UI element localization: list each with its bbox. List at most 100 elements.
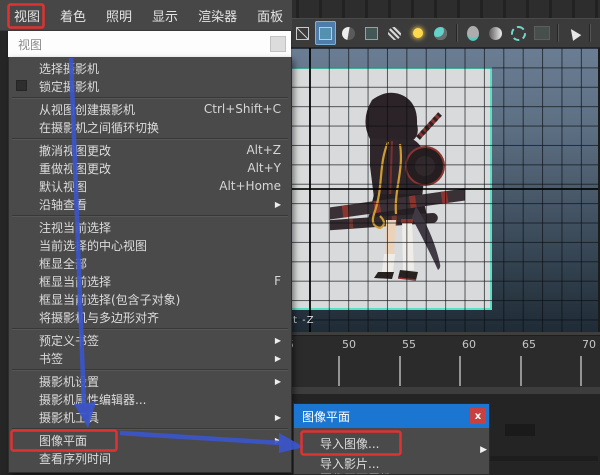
motion-blur-icon[interactable] [485, 21, 506, 45]
frame-tick [580, 356, 582, 386]
isolate-select-icon[interactable] [595, 21, 600, 45]
tearoff-title: 视图 [8, 36, 42, 53]
frame-tick [459, 356, 461, 386]
menu-item[interactable]: 书签▶ [9, 349, 291, 367]
separator-icon [554, 21, 561, 45]
menu-item-label: 默认视图 [39, 178, 87, 195]
view-menu-dropdown: 选择摄影机锁定摄影机从视图创建摄影机 Ctrl+Shift+C 在摄影机之间循环切换… [8, 57, 292, 473]
submenu-header[interactable]: 图像平面 x [294, 404, 489, 428]
submenu-arrow-icon: ▶ [275, 377, 281, 386]
menu-item[interactable]: 从视图创建摄影机 Ctrl+Shift+C [9, 100, 291, 118]
frame-tick [520, 356, 522, 386]
menu-item[interactable]: 摄影机设置▶ [9, 372, 291, 390]
menu-tearoff-bar: 视图 [8, 31, 291, 57]
menu-item-label: 框显全部 [39, 255, 87, 272]
background-strip [490, 456, 598, 461]
menu-item[interactable]: 摄影机属性编辑器... [9, 390, 291, 408]
menu-item[interactable]: 框显当前选择 F [9, 272, 291, 290]
menu-item[interactable]: 预定义书签 ▶ [9, 331, 291, 349]
grid-axis-horizontal [290, 188, 598, 190]
menu-item-label: 在摄影机之间循环切换 [39, 119, 159, 136]
submenu-arrow-icon: ▶ [275, 354, 281, 363]
screen-space-ao-icon[interactable] [462, 21, 483, 45]
submenu-arrow-icon: ▶ [275, 436, 281, 445]
menu-item[interactable]: 重做视图更改 Alt+Y [9, 159, 291, 177]
menu-item[interactable]: 当前选择的中心视图 [9, 236, 291, 254]
shaded-sphere-icon[interactable] [338, 21, 359, 45]
menu-item[interactable]: 选择摄影机 [9, 59, 291, 77]
menu-item-label: 图像平面 [39, 432, 87, 449]
antialiasing-icon[interactable] [508, 21, 529, 45]
submenu-arrow-icon: ▶ [275, 336, 281, 345]
menu-item-label: 框显当前选择 [39, 273, 111, 290]
shadows-sphere-icon[interactable] [430, 21, 451, 45]
lighting-bulb-icon[interactable] [407, 21, 428, 45]
time-slider[interactable]: 55055606570 [290, 335, 600, 388]
menu-item-shortcut: Alt+Z [246, 143, 281, 157]
shaded-cube-icon[interactable] [315, 21, 336, 45]
frame-label: 60 [462, 338, 476, 351]
panel-toolbar: ‹ [290, 18, 600, 48]
frame-tick [338, 356, 340, 386]
submenu-expand-arrow-icon: ▶ [480, 445, 487, 455]
menu-item-label: 查看序列时间 [39, 450, 111, 467]
menu-item-shortcut: F [274, 274, 281, 288]
frame-label: 70 [582, 338, 596, 351]
menu-item[interactable]: 将摄影机与多边形对齐 [9, 308, 291, 326]
menu-item-label: 将摄影机与多边形对齐 [39, 309, 159, 326]
textured-cube-icon[interactable] [361, 21, 382, 45]
menu-item-label: 框显当前选择(包含子对象) [39, 291, 180, 308]
frame-label: 65 [522, 338, 536, 351]
submenu-item[interactable]: 导入影片... [294, 454, 489, 473]
menu-bar-item-3[interactable]: 照明 [106, 6, 132, 25]
wireframe-textured-icon[interactable] [384, 21, 405, 45]
submenu-item-label: 导入影片... [320, 455, 379, 472]
image-plane-submenu: 图像平面 x 导入图像...导入影片...图像平面属性 ▶ [293, 403, 490, 475]
frame-label: 55 [402, 338, 416, 351]
menu-item-shortcut: Ctrl+Shift+C [204, 102, 281, 116]
menu-item[interactable]: 框显当前选择(包含子对象) [9, 290, 291, 308]
menu-item[interactable]: 框显全部 [9, 254, 291, 272]
menu-item-label: 摄影机工具 [39, 409, 99, 426]
menu-item[interactable]: 摄影机工具▶ [9, 408, 291, 426]
menu-item-label: 当前选择的中心视图 [39, 237, 147, 254]
menu-item-label: 注视当前选择 [39, 219, 111, 236]
menu-item-label: 预定义书签 [39, 332, 99, 349]
submenu-title: 图像平面 [294, 408, 350, 425]
close-icon[interactable]: x [470, 408, 486, 424]
menu-bar-item-6[interactable]: 面板 [257, 6, 283, 25]
submenu-arrow-icon: ▶ [275, 200, 281, 209]
menu-bar-item-4[interactable]: 显示 [152, 6, 178, 25]
checkbox-icon[interactable] [16, 80, 27, 91]
wireframe-cube-icon[interactable] [292, 21, 313, 45]
menu-bar-item-1[interactable]: 视图 [14, 6, 40, 25]
menu-item[interactable]: 默认视图Alt+Home [9, 177, 291, 195]
menu-item[interactable]: 图像平面 ▶ [9, 431, 291, 449]
menu-item-shortcut: Alt+Y [247, 161, 281, 175]
viewport[interactable]: t -Z [290, 48, 600, 332]
menu-item[interactable]: 撤消视图更改 Alt+Z [9, 141, 291, 159]
menu-item-label: 沿轴查看 [39, 196, 87, 213]
menu-bar-item-5[interactable]: 渲染器 [198, 6, 237, 25]
menu-item[interactable]: 在摄影机之间循环切换 [9, 118, 291, 136]
menu-item-label: 选择摄影机 [39, 60, 99, 77]
menu-item[interactable]: 锁定摄影机 [9, 77, 291, 95]
menu-bar-item-2[interactable]: 着色 [60, 6, 86, 25]
menu-item-label: 锁定摄影机 [39, 78, 99, 95]
menu-item-label: 撤消视图更改 [39, 142, 111, 159]
maya-window: ‹ [0, 0, 600, 475]
frame-label: 50 [342, 338, 356, 351]
menu-item[interactable]: 注视当前选择 [9, 218, 291, 236]
tearoff-button[interactable] [270, 36, 286, 52]
menu-item[interactable]: 沿轴查看 ▶ [9, 195, 291, 213]
separator-icon [586, 21, 593, 45]
menu-item-label: 从视图创建摄影机 [39, 101, 135, 118]
select-cursor-icon[interactable] [563, 21, 584, 45]
frame-tick [399, 356, 401, 386]
menu-item[interactable]: 查看序列时间 [9, 449, 291, 467]
menu-item-label: 重做视图更改 [39, 160, 111, 177]
menu-item-label: 摄影机属性编辑器... [39, 391, 146, 408]
submenu-item-label: 导入图像... [320, 435, 379, 452]
submenu-item[interactable]: 导入图像... [294, 428, 489, 454]
exposure-icon[interactable] [531, 21, 552, 45]
